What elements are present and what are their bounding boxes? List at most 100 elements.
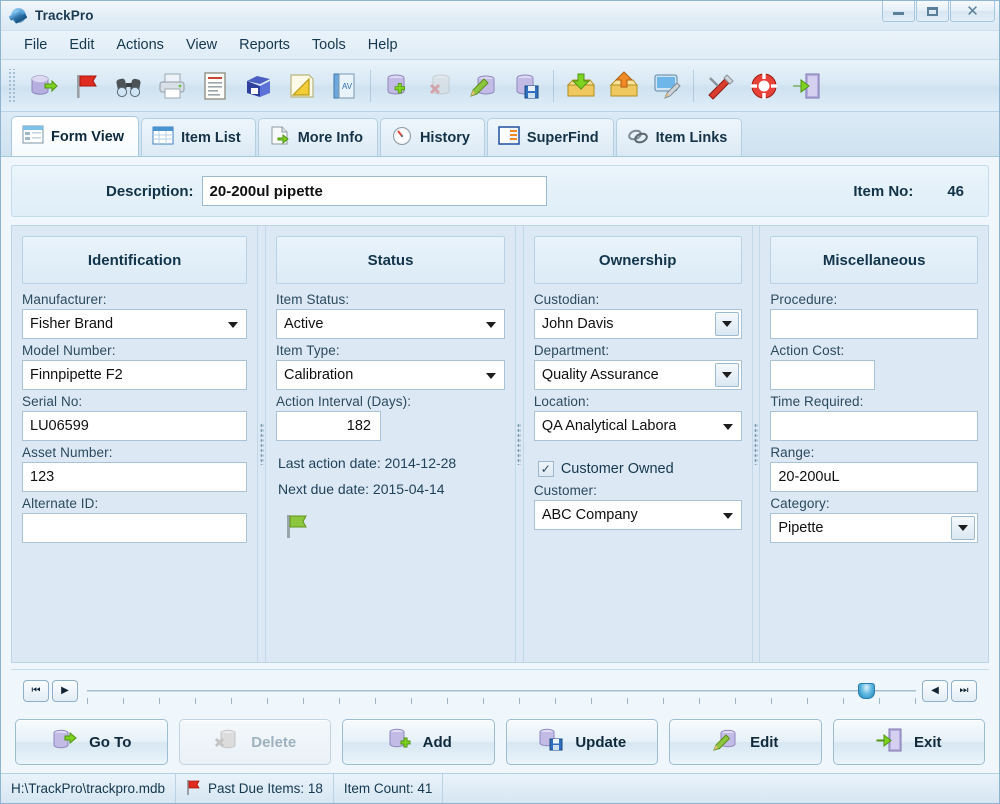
menu-file[interactable]: File [13, 35, 58, 55]
minimize-icon [893, 12, 904, 15]
procedure-input[interactable] [770, 309, 979, 339]
serial-no-input[interactable]: LU06599 [22, 411, 248, 441]
window-controls: ✕ [881, 1, 995, 22]
tab-more-info[interactable]: More Info [257, 118, 378, 156]
tab-item-list[interactable]: Item List [141, 118, 256, 156]
slider-thumb[interactable] [857, 682, 875, 699]
minimize-button[interactable] [882, 1, 915, 22]
printer-icon[interactable] [151, 65, 192, 107]
asset-number-input[interactable]: 123 [22, 462, 248, 492]
delete-record-icon[interactable] [420, 65, 461, 107]
action-interval-input[interactable]: 182 [275, 411, 381, 441]
export-icon[interactable] [603, 65, 644, 107]
trackpro-globe-icon [8, 7, 28, 25]
field-item-status: Item Status: Active [275, 292, 506, 339]
chevron-down-icon[interactable] [714, 312, 739, 336]
button-label: Add [422, 733, 452, 751]
field-alternate-id: Alternate ID: [22, 496, 248, 543]
tab-history[interactable]: History [379, 118, 485, 156]
action-cost-input[interactable] [770, 360, 876, 390]
record-slider[interactable] [87, 681, 916, 704]
title-bar: TrackPro ✕ [1, 1, 999, 31]
manufacturer-value: Fisher Brand [30, 316, 114, 332]
model-number-input[interactable]: Finnpipette F2 [22, 360, 248, 390]
maximize-button[interactable] [916, 1, 949, 22]
button-label: Delete [251, 733, 297, 751]
tab-label: Item List [181, 129, 241, 146]
chevron-down-icon[interactable] [951, 516, 976, 540]
binoculars-icon[interactable] [108, 65, 149, 107]
splitter-2[interactable] [515, 226, 524, 662]
custodian-combobox[interactable]: John Davis [533, 309, 742, 339]
tab-item-links[interactable]: Item Links [615, 118, 743, 156]
first-record-button[interactable]: ⏮ [23, 679, 49, 702]
item-links-chain-icon [627, 126, 649, 150]
customer-owned-checkbox[interactable]: ✓ [537, 461, 554, 477]
category-label: Category: [770, 496, 830, 511]
red-flag-icon[interactable] [65, 65, 106, 107]
manufacturer-combobox[interactable]: Fisher Brand [22, 309, 248, 339]
menu-reports[interactable]: Reports [228, 35, 301, 55]
menu-view[interactable]: View [175, 35, 228, 55]
open-database-icon[interactable] [22, 65, 63, 107]
panel-title-status: Status [275, 236, 506, 284]
item-count-text: Item Count: 41 [343, 781, 433, 796]
menu-actions[interactable]: Actions [105, 35, 175, 55]
close-button[interactable]: ✕ [950, 1, 995, 22]
menu-edit[interactable]: Edit [58, 35, 105, 55]
goto-button[interactable]: Go To [15, 719, 168, 765]
toolbar-grip[interactable] [7, 68, 16, 103]
prev-record-button[interactable]: ◀ [922, 679, 948, 702]
tab-superfind[interactable]: SuperFind [486, 118, 614, 156]
item-status-combobox[interactable]: Active [275, 309, 506, 339]
alternate-id-input[interactable] [22, 513, 248, 543]
range-input[interactable]: 20-200uL [770, 462, 979, 492]
update-button[interactable]: Update [505, 719, 658, 765]
item-no-value: 46 [947, 182, 964, 200]
field-time-required: Time Required: [770, 394, 979, 441]
item-type-combobox[interactable]: Calibration [275, 360, 506, 390]
last-record-button[interactable]: ⏭ [951, 679, 977, 702]
exit-door-icon[interactable] [786, 65, 827, 107]
chevron-down-icon [722, 424, 733, 430]
range-label: Range: [770, 445, 815, 460]
menu-help[interactable]: Help [357, 35, 409, 55]
edit-button[interactable]: Edit [669, 719, 822, 765]
model-number-label: Model Number: [22, 343, 116, 358]
next-record-button[interactable]: ▶ [52, 679, 78, 702]
location-combobox[interactable]: QA Analytical Labora [533, 411, 742, 441]
add-record-icon[interactable] [377, 65, 418, 107]
tab-label: Item Links [655, 129, 728, 146]
customer-owned-checkbox-row[interactable]: ✓ Customer Owned [537, 461, 742, 477]
description-input[interactable]: 20-200ul pipette [201, 176, 547, 206]
lifering-help-icon[interactable] [743, 65, 784, 107]
time-required-input[interactable] [770, 411, 979, 441]
customer-combobox[interactable]: ABC Company [533, 500, 742, 530]
import-icon[interactable] [560, 65, 601, 107]
button-label: Go To [89, 733, 132, 751]
panel-title-miscellaneous: Miscellaneous [770, 236, 979, 284]
add-button[interactable]: Add [342, 719, 495, 765]
delete-button[interactable]: Delete [178, 719, 331, 765]
label-printer-icon[interactable] [237, 65, 278, 107]
notebook-icon[interactable]: AV [323, 65, 364, 107]
splitter-3[interactable] [751, 226, 761, 662]
tab-form-view[interactable]: Form View [11, 116, 140, 156]
item-type-value: Calibration [283, 367, 354, 383]
splitter-1[interactable] [257, 226, 266, 662]
exit-button[interactable]: Exit [832, 719, 985, 765]
field-asset-number: Asset Number: 123 [22, 445, 248, 492]
splitter-grip-icon [517, 423, 522, 465]
menu-tools[interactable]: Tools [301, 35, 357, 55]
triangle-ruler-icon[interactable] [280, 65, 321, 107]
toolbar: AV [1, 60, 999, 112]
serial-no-label: Serial No: [22, 394, 83, 409]
tools-icon[interactable] [700, 65, 741, 107]
edit-record-icon[interactable] [463, 65, 504, 107]
department-combobox[interactable]: Quality Assurance [533, 360, 742, 390]
chevron-down-icon[interactable] [714, 363, 739, 387]
save-record-icon[interactable] [506, 65, 547, 107]
screen-edit-icon[interactable] [646, 65, 687, 107]
category-combobox[interactable]: Pipette [770, 513, 979, 543]
report-list-icon[interactable] [194, 65, 235, 107]
